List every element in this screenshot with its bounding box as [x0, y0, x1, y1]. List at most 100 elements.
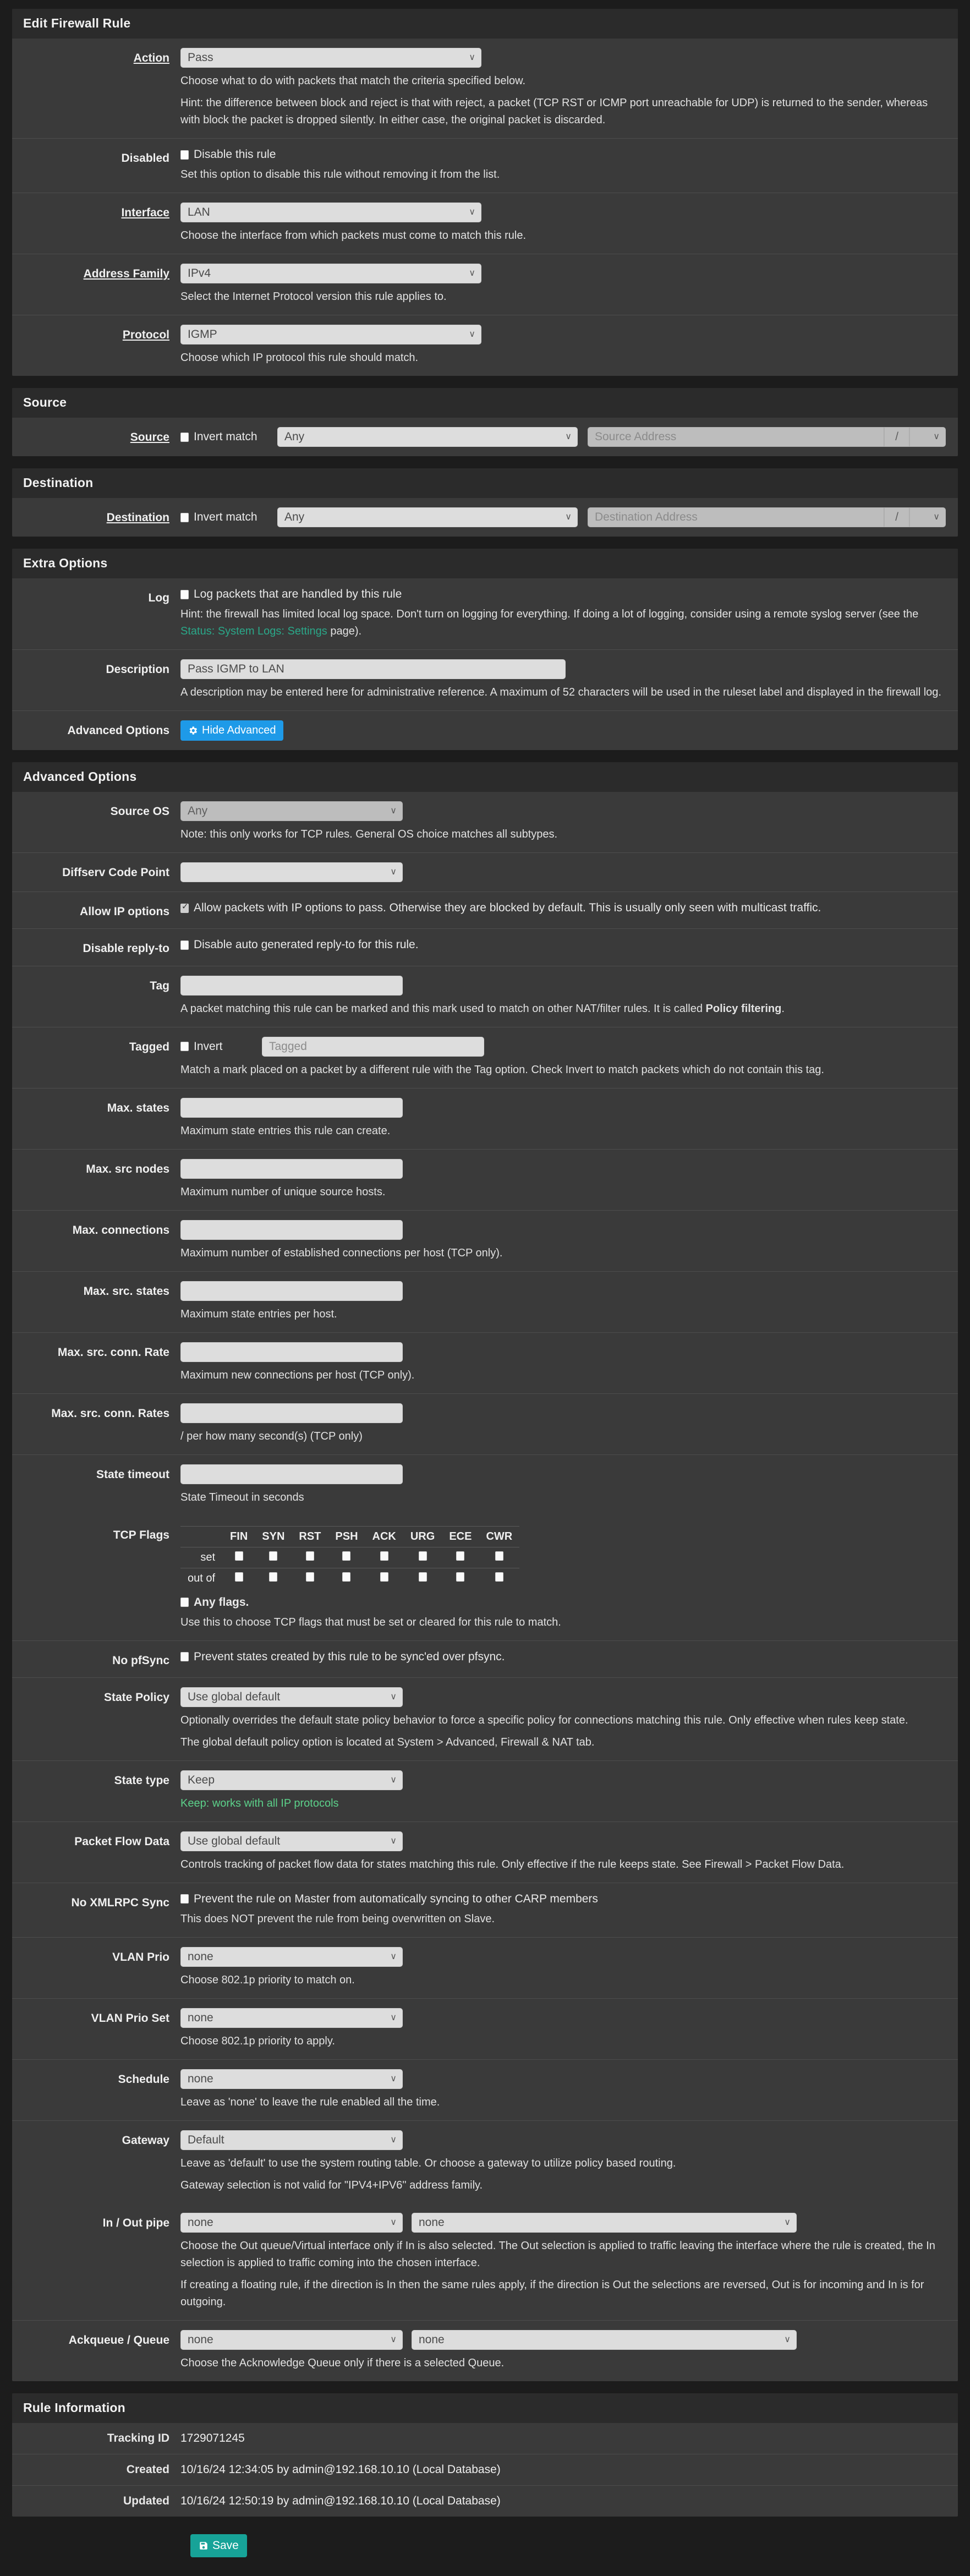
tcp-flag-set-fin-checkbox[interactable] — [234, 1551, 243, 1561]
action-select[interactable]: Pass — [180, 48, 481, 68]
tcp-flag-set-ece-checkbox[interactable] — [456, 1551, 465, 1561]
tcp-flag-set-rst-checkbox[interactable] — [305, 1551, 314, 1561]
tcp-flag-outof-ack-checkbox[interactable] — [380, 1572, 388, 1582]
any-flags-checkbox[interactable] — [180, 1598, 189, 1607]
tcp-flag-set-cwr-checkbox[interactable] — [495, 1551, 503, 1561]
log-checkbox-line[interactable]: Log packets that are handled by this rul… — [180, 588, 946, 601]
source-mask-select[interactable] — [909, 427, 946, 447]
tcp-flag-set-urg-checkbox[interactable] — [418, 1551, 427, 1561]
address-family-select[interactable]: IPv4 — [180, 264, 481, 283]
disable-rule-checkbox[interactable] — [180, 150, 189, 160]
tcp-flag-cell — [292, 1547, 328, 1568]
source-os-help: Note: this only works for TCP rules. Gen… — [180, 828, 558, 840]
in-pipe-select[interactable]: none — [180, 2212, 403, 2233]
address-family-help: Select the Internet Protocol version thi… — [180, 291, 447, 303]
destination-invert-line[interactable]: Invert match — [180, 511, 277, 524]
tagged-input[interactable]: Tagged — [262, 1036, 484, 1057]
source-invert-checkbox[interactable] — [180, 432, 189, 442]
tag-help: A packet matching this rule can be marke… — [180, 1002, 785, 1015]
disable-reply-to-checkbox[interactable] — [180, 940, 189, 950]
max-src-conn-rate-input[interactable] — [180, 1342, 403, 1362]
description-input[interactable]: Pass IGMP to LAN — [180, 659, 566, 679]
tcp-flag-outof-psh-checkbox[interactable] — [342, 1572, 351, 1582]
vlan-prio-set-select[interactable]: none — [180, 2008, 403, 2028]
source-address-input[interactable]: Source Address — [588, 427, 884, 447]
disable-rule-checkbox-line[interactable]: Disable this rule — [180, 148, 946, 161]
diffserv-code-point-select[interactable] — [180, 862, 403, 882]
save-button-label: Save — [212, 2539, 239, 2552]
row-no-pfsync: No pfSync Prevent states created by this … — [12, 1641, 958, 1678]
tcp-flag-set-ack-checkbox[interactable] — [380, 1551, 388, 1561]
no-pfsync-line[interactable]: Prevent states created by this rule to b… — [180, 1650, 946, 1664]
tcp-flag-outof-urg-checkbox[interactable] — [418, 1572, 427, 1582]
source-os-select[interactable]: Any — [180, 801, 403, 821]
destination-type-wrap: Any — [277, 507, 578, 527]
label-state-type: State type — [114, 1774, 169, 1787]
destination-address-input[interactable]: Destination Address — [588, 507, 884, 527]
max-src-nodes-input[interactable] — [180, 1158, 403, 1179]
protocol-select[interactable]: IGMP — [180, 325, 481, 344]
source-address-placeholder: Source Address — [595, 430, 677, 443]
tcp-flag-outof-cwr-checkbox[interactable] — [495, 1572, 503, 1582]
tcp-flag-outof-rst-checkbox[interactable] — [305, 1572, 314, 1582]
tcp-flag-set-syn-checkbox[interactable] — [269, 1551, 278, 1561]
system-logs-settings-link[interactable]: Status: System Logs: Settings — [180, 625, 327, 637]
row-state-type: State type Keep Keep: works with all IP pr… — [12, 1761, 958, 1822]
max-src-conn-rates-input[interactable] — [180, 1403, 403, 1423]
source-type-select[interactable]: Any — [277, 427, 578, 447]
destination-type-select[interactable]: Any — [277, 507, 578, 527]
no-pfsync-checkbox[interactable] — [180, 1652, 189, 1662]
source-invert-wrap: Invert match — [180, 430, 277, 444]
source-invert-line[interactable]: Invert match — [180, 430, 277, 444]
tcp-flags-row-label: out of — [188, 1572, 216, 1584]
interface-select[interactable]: LAN — [180, 203, 481, 222]
gateway-select[interactable]: Default — [180, 2130, 403, 2150]
tcp-flags-help: Use this to choose TCP flags that must b… — [180, 1616, 561, 1628]
max-src-conn-rates-help: / per how many second(s) (TCP only) — [180, 1430, 363, 1442]
control-source: Invert match Any Source Address — [180, 427, 958, 447]
ackqueue-select[interactable]: none — [180, 2329, 403, 2350]
tagged-invert-line[interactable]: Invert — [180, 1040, 253, 1053]
disable-reply-to-line[interactable]: Disable auto generated reply-to for this… — [180, 938, 946, 951]
tag-input[interactable] — [180, 975, 403, 996]
tcp-flag-cell — [403, 1568, 442, 1589]
vlan-prio-select[interactable]: none — [180, 1946, 403, 1967]
queue-select[interactable]: none — [412, 2329, 797, 2350]
state-type-select[interactable]: Keep — [180, 1770, 403, 1790]
tcp-flag-outof-ece-checkbox[interactable] — [456, 1572, 465, 1582]
packet-flow-data-select[interactable]: Use global default — [180, 1831, 403, 1851]
max-connections-help: Maximum number of established connection… — [180, 1246, 503, 1259]
tcp-flag-outof-fin-checkbox[interactable] — [234, 1572, 243, 1582]
tcp-flag-set-psh-checkbox[interactable] — [342, 1551, 351, 1561]
state-policy-select[interactable]: Use global default — [180, 1687, 403, 1707]
out-pipe-value: none — [419, 2216, 445, 2229]
state-timeout-input[interactable] — [180, 1464, 403, 1484]
max-connections-input[interactable] — [180, 1219, 403, 1240]
label-interface: Interface — [121, 206, 169, 219]
no-xmlrpc-sync-line[interactable]: Prevent the rule on Master from automati… — [180, 1893, 946, 1906]
tagged-invert-checkbox[interactable] — [180, 1042, 189, 1052]
allow-ip-options-checkbox[interactable] — [180, 902, 189, 913]
schedule-help: Leave as 'none' to leave the rule enable… — [180, 2096, 440, 2108]
tcp-flag-outof-syn-checkbox[interactable] — [269, 1572, 278, 1582]
hide-advanced-button[interactable]: Hide Advanced — [180, 720, 283, 741]
control-gateway: Default Leave as 'default' to use the sys… — [180, 2130, 958, 2194]
no-xmlrpc-sync-checkbox[interactable] — [180, 1894, 189, 1904]
save-button[interactable]: Save — [190, 2534, 247, 2557]
row-vlan-prio: VLAN Prio none Choose 802.1p priority to m… — [12, 1938, 958, 1999]
any-flags-line[interactable]: Any flags. — [180, 1596, 946, 1609]
destination-invert-checkbox[interactable] — [180, 512, 189, 522]
tcp-flag-col-psh: PSH — [328, 1525, 365, 1547]
max-src-states-input[interactable] — [180, 1281, 403, 1301]
destination-mask-select[interactable] — [909, 507, 946, 527]
rule-information-body: Tracking ID 1729071245 Created 10/16/24 12:… — [12, 2423, 958, 2517]
log-packets-label: Log packets that are handled by this rul… — [194, 588, 402, 600]
out-pipe-select[interactable]: none — [412, 2212, 797, 2233]
schedule-select[interactable]: none — [180, 2069, 403, 2089]
rule-info-label: Created — [126, 2463, 169, 2476]
log-packets-checkbox[interactable] — [180, 589, 189, 599]
max-states-input[interactable] — [180, 1097, 403, 1118]
control-log: Log packets that are handled by this rul… — [180, 588, 958, 640]
allow-ip-options-line[interactable]: Allow packets with IP options to pass. O… — [180, 901, 946, 915]
row-gateway: Gateway Default Leave as 'default' to use … — [12, 2121, 958, 2203]
